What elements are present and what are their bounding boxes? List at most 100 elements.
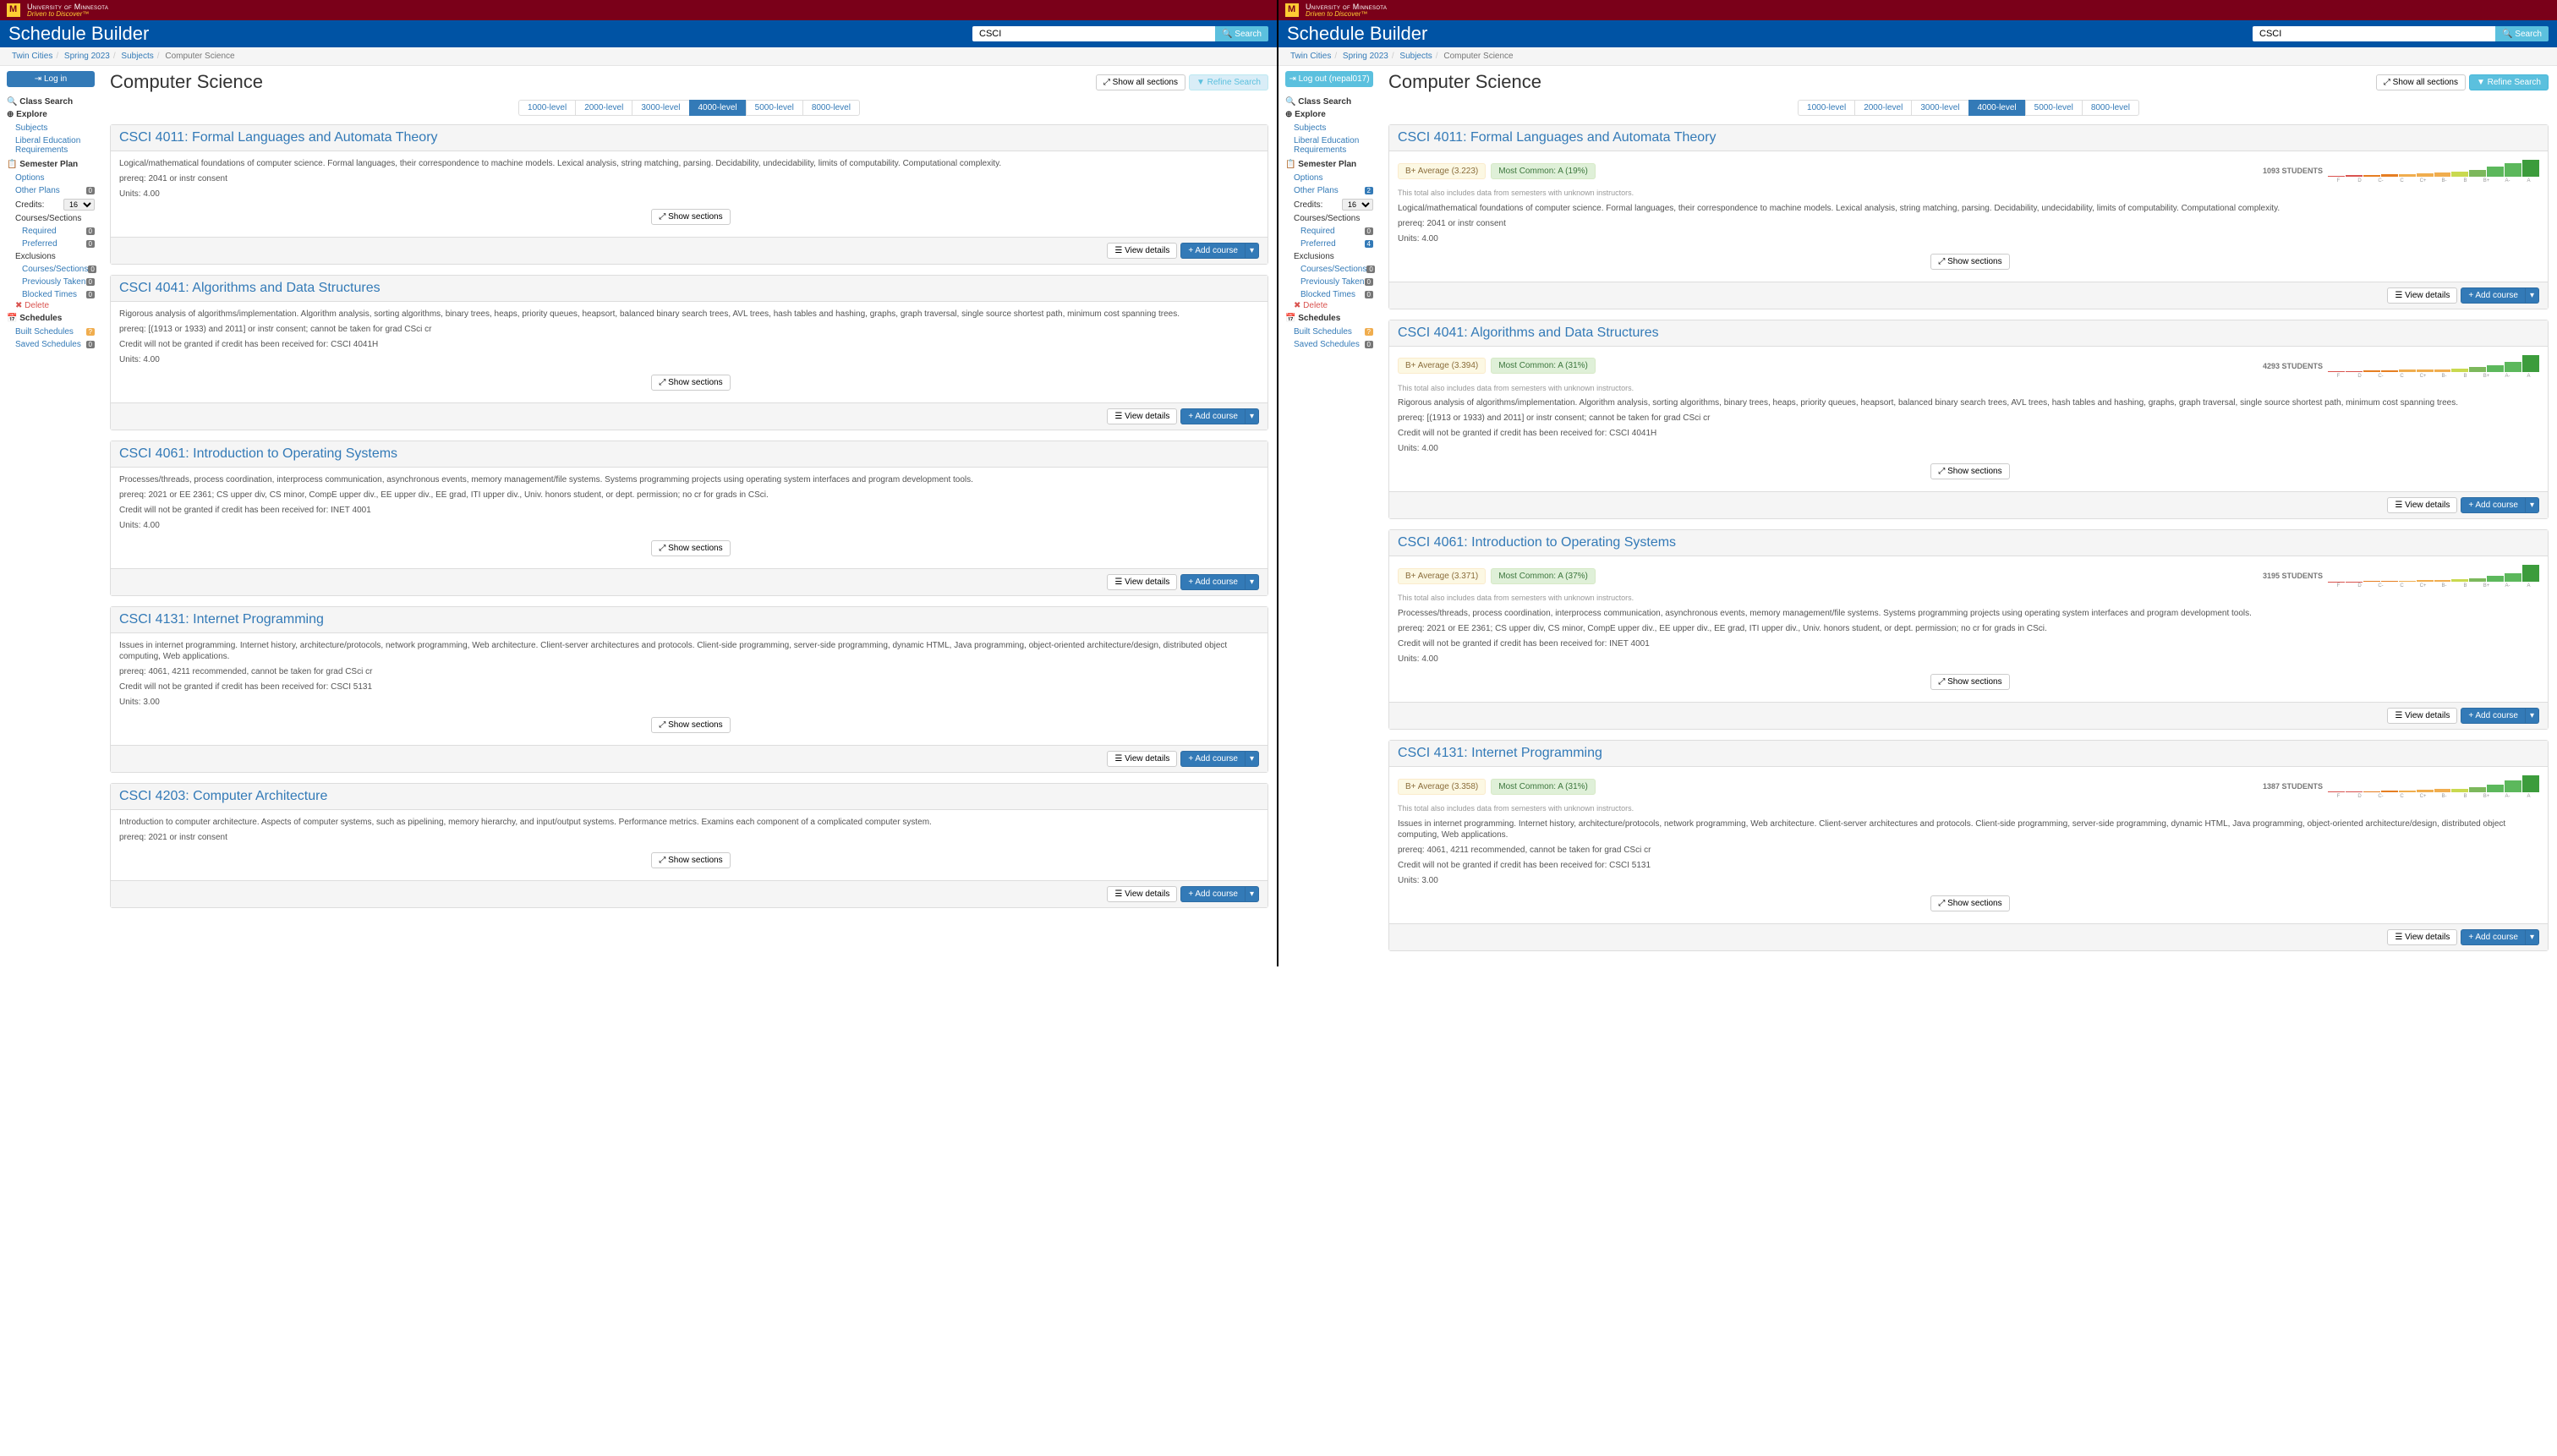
level-tab[interactable]: 4000-level <box>689 100 746 116</box>
search-button[interactable]: 🔍 Search <box>2495 26 2549 41</box>
level-tab[interactable]: 5000-level <box>2025 100 2082 116</box>
delete-link[interactable]: ✖ Delete <box>1285 301 1373 310</box>
sidebar-prev-taken[interactable]: Previously Taken 0 <box>7 276 95 288</box>
add-course-dropdown[interactable]: ▾ <box>1246 243 1259 259</box>
view-details-button[interactable]: ☰ View details <box>2387 287 2457 304</box>
show-sections-button[interactable]: ⤢ Show sections <box>1930 674 2009 690</box>
level-tab[interactable]: 2000-level <box>1854 100 1911 116</box>
show-sections-button[interactable]: ⤢ Show sections <box>651 375 730 391</box>
login-button[interactable]: ⇥ Log in <box>7 71 95 87</box>
logout-button[interactable]: ⇥ Log out (nepal017) <box>1285 71 1373 87</box>
sidebar-built-schedules[interactable]: Built Schedules ? <box>7 326 95 338</box>
course-title[interactable]: CSCI 4203: Computer Architecture <box>111 784 1268 810</box>
level-tab[interactable]: 8000-level <box>2082 100 2139 116</box>
sidebar-subjects[interactable]: Subjects <box>7 122 95 134</box>
sidebar-subjects[interactable]: Subjects <box>1285 122 1373 134</box>
semester-plan-head[interactable]: 📋 Semester Plan <box>7 160 95 169</box>
add-course-dropdown[interactable]: ▾ <box>2526 929 2539 945</box>
add-course-button[interactable]: + Add course <box>1180 408 1246 424</box>
sidebar-built-schedules[interactable]: Built Schedules ? <box>1285 326 1373 338</box>
sidebar-saved-schedules[interactable]: Saved Schedules 0 <box>7 338 95 351</box>
sidebar-libed[interactable]: Liberal Education Requirements <box>1285 134 1373 156</box>
sidebar-libed[interactable]: Liberal Education Requirements <box>7 134 95 156</box>
sidebar-required[interactable]: Required 0 <box>1285 225 1373 238</box>
sidebar-other-plans[interactable]: Other Plans 2 <box>1285 184 1373 197</box>
sidebar-required[interactable]: Required 0 <box>7 225 95 238</box>
show-all-button[interactable]: ⤢ Show all sections <box>1096 74 1185 90</box>
search-input[interactable] <box>2253 26 2495 41</box>
crumb-subjects[interactable]: Subjects <box>121 52 153 61</box>
credits-select[interactable]: 16 <box>63 199 95 211</box>
show-sections-button[interactable]: ⤢ Show sections <box>1930 895 2009 911</box>
crumb-subjects[interactable]: Subjects <box>1399 52 1432 61</box>
schedules-head[interactable]: 📅 Schedules <box>7 314 95 323</box>
course-title[interactable]: CSCI 4011: Formal Languages and Automata… <box>111 125 1268 151</box>
sidebar-other-plans[interactable]: Other Plans 0 <box>7 184 95 197</box>
semester-plan-head[interactable]: 📋 Semester Plan <box>1285 160 1373 169</box>
add-course-button[interactable]: + Add course <box>1180 751 1246 767</box>
sidebar-preferred[interactable]: Preferred 0 <box>7 238 95 250</box>
sidebar-ex-courses[interactable]: Courses/Sections 0 <box>7 263 95 276</box>
level-tab[interactable]: 3000-level <box>1911 100 1968 116</box>
search-button[interactable]: 🔍 Search <box>1215 26 1268 41</box>
search-input[interactable] <box>972 26 1215 41</box>
add-course-dropdown[interactable]: ▾ <box>1246 886 1259 902</box>
level-tab[interactable]: 2000-level <box>575 100 632 116</box>
add-course-button[interactable]: + Add course <box>2461 497 2526 513</box>
show-sections-button[interactable]: ⤢ Show sections <box>1930 254 2009 270</box>
refine-search-button[interactable]: ▼ Refine Search <box>2469 74 2549 90</box>
add-course-dropdown[interactable]: ▾ <box>1246 751 1259 767</box>
view-details-button[interactable]: ☰ View details <box>1107 408 1177 424</box>
delete-link[interactable]: ✖ Delete <box>7 301 95 310</box>
crumb-campus[interactable]: Twin Cities <box>12 52 52 61</box>
crumb-term[interactable]: Spring 2023 <box>1343 52 1388 61</box>
show-all-button[interactable]: ⤢ Show all sections <box>2376 74 2466 90</box>
level-tab[interactable]: 3000-level <box>632 100 688 116</box>
crumb-campus[interactable]: Twin Cities <box>1290 52 1331 61</box>
show-sections-button[interactable]: ⤢ Show sections <box>651 209 730 225</box>
crumb-term[interactable]: Spring 2023 <box>64 52 110 61</box>
course-title[interactable]: CSCI 4041: Algorithms and Data Structure… <box>111 276 1268 302</box>
schedules-head[interactable]: 📅 Schedules <box>1285 314 1373 323</box>
show-sections-button[interactable]: ⤢ Show sections <box>651 717 730 733</box>
course-title[interactable]: CSCI 4131: Internet Programming <box>111 607 1268 633</box>
view-details-button[interactable]: ☰ View details <box>1107 243 1177 259</box>
course-title[interactable]: CSCI 4131: Internet Programming <box>1389 741 2548 767</box>
view-details-button[interactable]: ☰ View details <box>1107 886 1177 902</box>
course-title[interactable]: CSCI 4011: Formal Languages and Automata… <box>1389 125 2548 151</box>
add-course-button[interactable]: + Add course <box>1180 574 1246 590</box>
add-course-button[interactable]: + Add course <box>2461 929 2526 945</box>
add-course-dropdown[interactable]: ▾ <box>2526 287 2539 304</box>
explore-head[interactable]: ⊕ Explore <box>1285 110 1373 119</box>
course-title[interactable]: CSCI 4061: Introduction to Operating Sys… <box>111 441 1268 468</box>
add-course-button[interactable]: + Add course <box>1180 886 1246 902</box>
view-details-button[interactable]: ☰ View details <box>1107 574 1177 590</box>
sidebar-ex-courses[interactable]: Courses/Sections 0 <box>1285 263 1373 276</box>
level-tab[interactable]: 4000-level <box>1968 100 2025 116</box>
add-course-button[interactable]: + Add course <box>1180 243 1246 259</box>
level-tab[interactable]: 8000-level <box>802 100 860 116</box>
sidebar-preferred[interactable]: Preferred 4 <box>1285 238 1373 250</box>
add-course-dropdown[interactable]: ▾ <box>1246 574 1259 590</box>
level-tab[interactable]: 5000-level <box>746 100 802 116</box>
view-details-button[interactable]: ☰ View details <box>2387 497 2457 513</box>
sidebar-prev-taken[interactable]: Previously Taken 0 <box>1285 276 1373 288</box>
add-course-dropdown[interactable]: ▾ <box>2526 708 2539 724</box>
sidebar-options[interactable]: Options <box>1285 172 1373 184</box>
view-details-button[interactable]: ☰ View details <box>1107 751 1177 767</box>
view-details-button[interactable]: ☰ View details <box>2387 708 2457 724</box>
sidebar-blocked-times[interactable]: Blocked Times 0 <box>7 288 95 301</box>
add-course-button[interactable]: + Add course <box>2461 287 2526 304</box>
sidebar-blocked-times[interactable]: Blocked Times 0 <box>1285 288 1373 301</box>
course-title[interactable]: CSCI 4041: Algorithms and Data Structure… <box>1389 320 2548 347</box>
add-course-button[interactable]: + Add course <box>2461 708 2526 724</box>
class-search-head[interactable]: 🔍 Class Search <box>1285 97 1373 107</box>
level-tab[interactable]: 1000-level <box>518 100 575 116</box>
show-sections-button[interactable]: ⤢ Show sections <box>1930 463 2009 479</box>
sidebar-saved-schedules[interactable]: Saved Schedules 0 <box>1285 338 1373 351</box>
show-sections-button[interactable]: ⤢ Show sections <box>651 540 730 556</box>
add-course-dropdown[interactable]: ▾ <box>2526 497 2539 513</box>
credits-select[interactable]: 16 <box>1342 199 1373 211</box>
class-search-head[interactable]: 🔍 Class Search <box>7 97 95 107</box>
course-title[interactable]: CSCI 4061: Introduction to Operating Sys… <box>1389 530 2548 556</box>
